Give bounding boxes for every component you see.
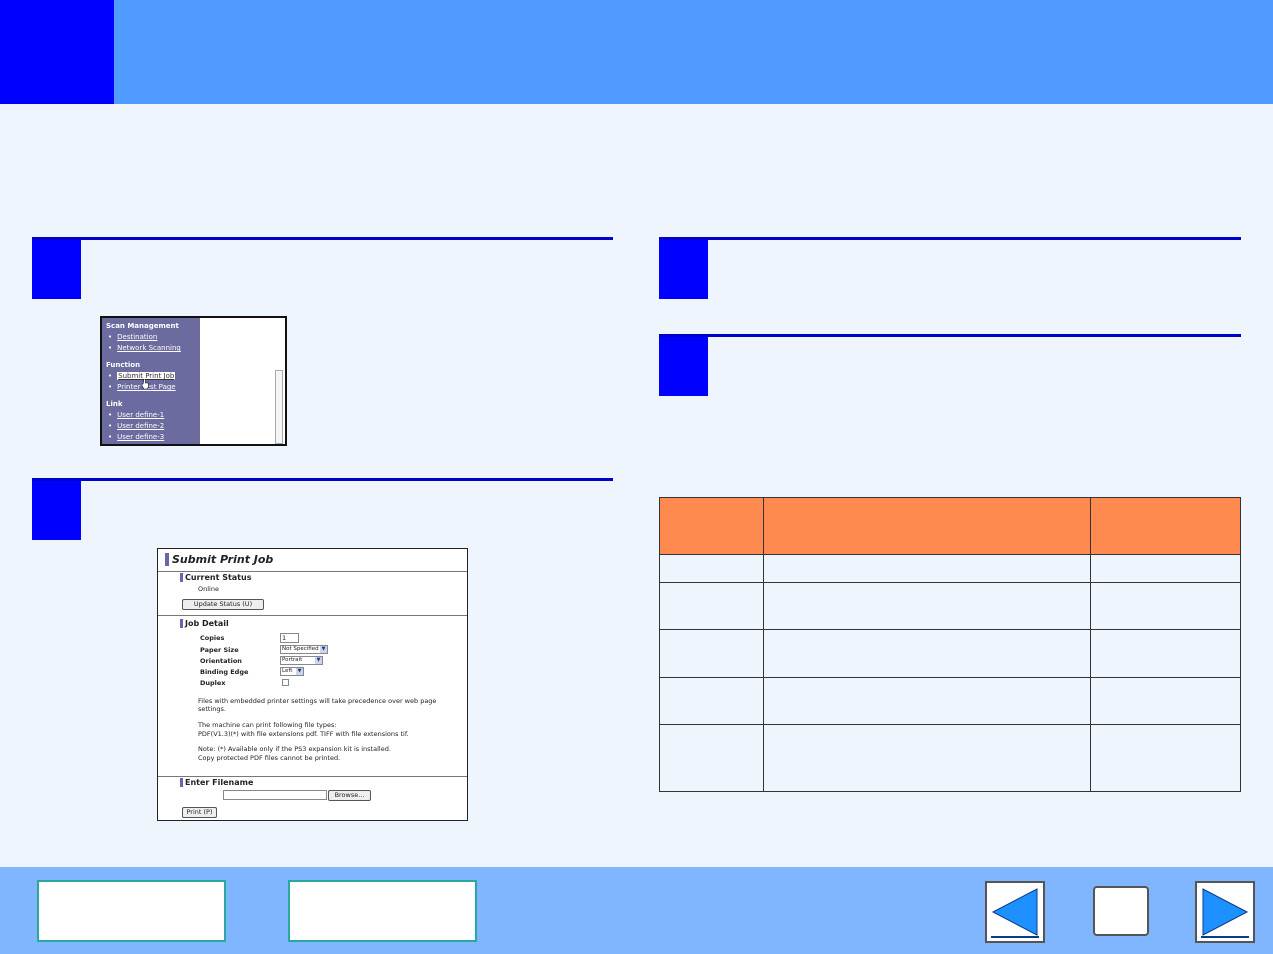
binding-edge-value: Left: [282, 668, 293, 674]
enter-filename-heading: Enter Filename: [180, 778, 253, 787]
copies-label: Copies: [200, 634, 225, 642]
table-cell: [1090, 629, 1241, 678]
scrollbar[interactable]: [275, 370, 283, 444]
step-2-number-box: [32, 481, 81, 540]
copies-input[interactable]: 1: [280, 633, 299, 643]
note-precedence: Files with embedded printer settings wil…: [198, 697, 437, 713]
job-detail-heading: Job Detail: [180, 619, 229, 628]
page-header: [0, 0, 1273, 104]
orientation-select[interactable]: Portrait ▼: [280, 656, 323, 665]
submit-print-job-screenshot: Submit Print Job Current Status Online U…: [157, 548, 468, 821]
duplex-checkbox[interactable]: [282, 679, 289, 686]
note-file-extensions: PDF(V1.3)(*) with file extensions pdf. T…: [198, 730, 409, 738]
table-cell: [1090, 582, 1241, 630]
table-row: [659, 582, 1241, 630]
table-cell: [763, 724, 1091, 792]
menu-section-title: Scan Management: [106, 322, 179, 330]
menu-link-user-define-1[interactable]: User define-1: [117, 411, 164, 419]
menu-link-user-define-2[interactable]: User define-2: [117, 422, 164, 430]
contents-button[interactable]: [37, 880, 226, 942]
table-cell: [659, 677, 764, 725]
back-button[interactable]: [1093, 886, 1149, 936]
chevron-down-icon: ▼: [320, 646, 327, 653]
table-cell: [763, 554, 1091, 583]
next-page-button[interactable]: [1195, 881, 1255, 943]
orientation-label: Orientation: [200, 657, 242, 665]
orientation-value: Portrait: [282, 657, 303, 663]
step-2-header: [32, 478, 613, 540]
paper-size-label: Paper Size: [200, 646, 239, 654]
binding-edge-label: Binding Edge: [200, 668, 249, 676]
step-4-header: [659, 334, 1241, 396]
divider: [158, 571, 467, 572]
table-cell: [763, 677, 1091, 725]
table-row: [659, 724, 1241, 792]
chevron-down-icon: ▼: [296, 668, 303, 675]
table-row: [659, 554, 1241, 583]
update-status-button[interactable]: Update Status (U): [182, 599, 264, 610]
note-ps3: Note: (*) Available only if the PS3 expa…: [198, 745, 391, 753]
table-cell: [1090, 724, 1241, 792]
table-header-cell: [763, 497, 1091, 555]
hand-cursor-icon: [142, 379, 149, 389]
browse-button[interactable]: Browse...: [328, 790, 371, 801]
step-1-number-box: [32, 240, 81, 299]
table-cell: [1090, 677, 1241, 725]
note-copy-protected: Copy protected PDF files cannot be print…: [198, 754, 341, 762]
duplex-label: Duplex: [200, 679, 226, 687]
step-3-header: [659, 237, 1241, 299]
table-cell: [763, 582, 1091, 630]
status-value: Online: [198, 585, 219, 593]
divider: [158, 615, 467, 616]
menu-section-title: Function: [106, 361, 141, 369]
table-header-cell: [1090, 497, 1241, 555]
paper-size-value: Not Specified: [282, 646, 319, 652]
menu-screenshot: Scan Management Destination Network Scan…: [100, 316, 287, 446]
table-cell: [659, 724, 764, 792]
table-cell: [659, 554, 764, 583]
chapter-badge: [0, 0, 114, 104]
menu-link-network-scanning[interactable]: Network Scanning: [117, 344, 181, 352]
current-status-heading: Current Status: [180, 573, 251, 582]
chevron-down-icon: ▼: [315, 657, 322, 664]
table-cell: [659, 582, 764, 630]
step-3-number-box: [659, 240, 708, 299]
menu-sidebar: Scan Management Destination Network Scan…: [102, 318, 200, 444]
step-4-number-box: [659, 337, 708, 396]
menu-link-user-define-3[interactable]: User define-3: [117, 433, 164, 441]
table-row: [659, 677, 1241, 725]
binding-edge-select[interactable]: Left ▼: [280, 667, 304, 676]
note-file-types: The machine can print following file typ…: [198, 721, 337, 729]
table-cell: [763, 629, 1091, 678]
previous-page-button[interactable]: [985, 881, 1045, 943]
table-header-cell: [659, 497, 764, 555]
info-table: [659, 497, 1241, 792]
table-cell: [1090, 554, 1241, 583]
menu-section-title: Link: [106, 400, 123, 408]
arrow-left-icon: [991, 888, 1039, 938]
arrow-right-icon: [1201, 888, 1249, 938]
divider: [158, 776, 467, 777]
paper-size-select[interactable]: Not Specified ▼: [280, 645, 328, 654]
index-button[interactable]: [288, 880, 477, 942]
form-title: Submit Print Job: [165, 553, 273, 566]
menu-link-destination[interactable]: Destination: [117, 333, 157, 341]
filename-input[interactable]: [223, 790, 327, 800]
table-cell: [659, 629, 764, 678]
print-button[interactable]: Print (P): [182, 807, 217, 818]
table-header-row: [659, 497, 1241, 555]
step-1-header: [32, 237, 613, 299]
table-row: [659, 629, 1241, 678]
